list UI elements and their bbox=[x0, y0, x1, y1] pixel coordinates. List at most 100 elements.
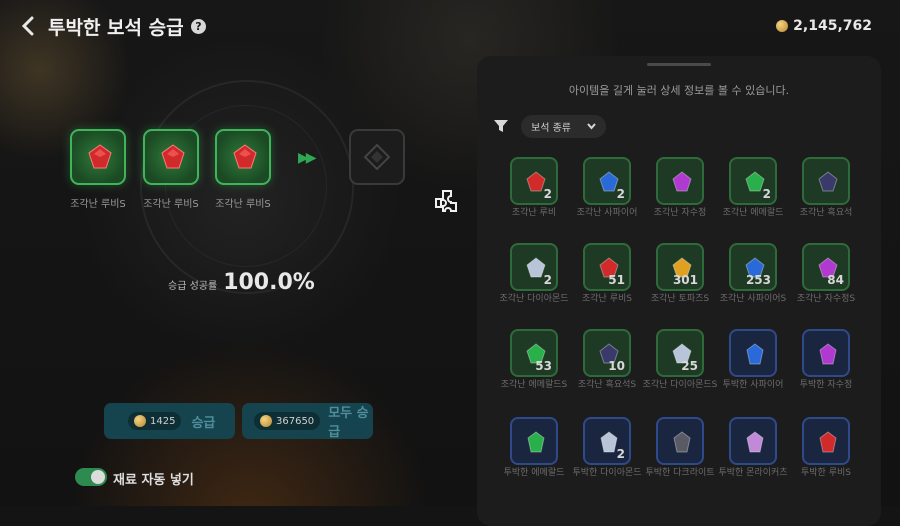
item-frame bbox=[729, 329, 777, 377]
item-frame: 2 bbox=[583, 157, 631, 205]
filter-icon[interactable] bbox=[493, 118, 509, 134]
item-name: 조각난 사파이어S bbox=[719, 294, 787, 304]
gem-icon bbox=[672, 171, 692, 192]
inventory-item[interactable]: 53 조각난 에메랄드S bbox=[495, 329, 573, 391]
item-count: 10 bbox=[608, 359, 625, 373]
item-frame bbox=[510, 417, 558, 465]
inventory-item[interactable]: 2 조각난 사파이어 bbox=[568, 157, 646, 219]
gem-type-dropdown[interactable]: 보석 종류 bbox=[521, 115, 606, 138]
inventory-item[interactable]: 투박한 사파이어 bbox=[714, 329, 792, 391]
item-count: 2 bbox=[543, 187, 552, 201]
upgrade-button[interactable]: 1425 승급 bbox=[104, 403, 235, 439]
question-circle-icon[interactable]: ? bbox=[191, 19, 206, 34]
result-slot bbox=[349, 129, 405, 185]
inventory-item[interactable]: 10 조각난 흑요석S bbox=[568, 329, 646, 391]
item-frame bbox=[656, 417, 704, 465]
item-frame: 301 bbox=[656, 243, 704, 291]
item-frame: 253 bbox=[729, 243, 777, 291]
success-rate-label: 승급 성공률 bbox=[168, 281, 218, 292]
upgrade-all-button[interactable]: 367650 모두 승급 bbox=[242, 403, 373, 440]
inventory-item[interactable]: 2 조각난 다이아몬드 bbox=[495, 243, 573, 305]
inventory-item[interactable]: 25 조각난 다이아몬드S bbox=[641, 329, 719, 391]
item-count: 301 bbox=[672, 273, 698, 287]
upgrade-button-label: 승급 bbox=[191, 415, 216, 431]
item-name: 투박한 루비S bbox=[801, 468, 851, 478]
chevron-left-icon bbox=[21, 16, 34, 36]
gem-icon bbox=[819, 431, 837, 453]
item-frame: 2 bbox=[510, 243, 558, 291]
gem-icon bbox=[673, 431, 691, 453]
diamond-placeholder-icon bbox=[364, 144, 390, 170]
item-name: 조각난 자수정S bbox=[796, 294, 856, 304]
material-slot-3[interactable] bbox=[215, 129, 271, 185]
material-slot-label: 조각난 루비S bbox=[143, 199, 199, 210]
puzzle-cursor-icon bbox=[435, 190, 457, 212]
header: 투박한 보석 승급 ? 2,145,762 bbox=[0, 0, 900, 54]
item-name: 투박한 에메랄드 bbox=[503, 468, 565, 478]
item-name: 조각난 흑요석 bbox=[799, 208, 853, 218]
inventory-item[interactable]: 투박한 루비S bbox=[787, 417, 865, 479]
inventory-hint: 아이템을 길게 눌러 상세 정보를 볼 수 있습니다. bbox=[568, 84, 790, 97]
ruby-gem-icon bbox=[88, 144, 112, 169]
inventory-item[interactable]: 투박한 자수정 bbox=[787, 329, 865, 391]
material-slot-1[interactable] bbox=[70, 129, 126, 185]
item-count: 2 bbox=[543, 273, 552, 287]
upgrade-cost: 1425 bbox=[150, 415, 176, 427]
upgrade-all-cost: 367650 bbox=[276, 415, 315, 427]
item-count: 51 bbox=[608, 273, 625, 287]
inventory-item[interactable]: 투박한 에메랄드 bbox=[495, 417, 573, 479]
upgrade-all-button-label: 모두 승급 bbox=[328, 406, 369, 440]
material-slot-label: 조각난 루비S bbox=[70, 199, 126, 210]
item-count: 2 bbox=[762, 187, 771, 201]
item-frame: 2 bbox=[729, 157, 777, 205]
inventory-item[interactable]: 84 조각난 자수정S bbox=[787, 243, 865, 305]
dropdown-label: 보석 종류 bbox=[531, 123, 571, 134]
item-count: 84 bbox=[827, 273, 844, 287]
item-name: 투박한 사파이어 bbox=[722, 380, 784, 390]
panel-drag-handle[interactable] bbox=[647, 63, 711, 66]
inventory-item[interactable]: 2 조각난 에메랄드 bbox=[714, 157, 792, 219]
ruby-gem-icon bbox=[161, 144, 185, 169]
inventory-item[interactable]: 투박한 다크라이트 bbox=[641, 417, 719, 479]
item-frame: 25 bbox=[656, 329, 704, 377]
item-count: 253 bbox=[745, 273, 771, 287]
inventory-panel: 아이템을 길게 눌러 상세 정보를 볼 수 있습니다. 보석 종류 2 조각난 루… bbox=[477, 56, 881, 526]
gem-icon bbox=[818, 171, 838, 192]
auto-fill-toggle[interactable] bbox=[75, 468, 107, 486]
item-frame bbox=[802, 329, 850, 377]
item-name: 조각난 토파즈S bbox=[650, 294, 710, 304]
material-slot-2[interactable] bbox=[143, 129, 199, 185]
item-frame: 84 bbox=[802, 243, 850, 291]
ruby-gem-icon bbox=[233, 144, 257, 169]
inventory-item[interactable]: 투박한 몬라이커츠 bbox=[714, 417, 792, 479]
item-count: 53 bbox=[535, 359, 552, 373]
item-frame: 10 bbox=[583, 329, 631, 377]
cost-pill: 1425 bbox=[128, 412, 182, 430]
item-count: 2 bbox=[616, 447, 625, 461]
chevron-down-icon bbox=[587, 123, 596, 130]
inventory-item[interactable]: 2 조각난 루비 bbox=[495, 157, 573, 219]
item-frame bbox=[802, 157, 850, 205]
coin-icon bbox=[134, 415, 146, 427]
gem-icon bbox=[746, 343, 764, 365]
inventory-item[interactable]: 조각난 자수정 bbox=[641, 157, 719, 219]
item-name: 조각난 루비S bbox=[582, 294, 632, 304]
item-name: 조각난 에메랄드 bbox=[722, 208, 784, 218]
inventory-item[interactable]: 301 조각난 토파즈S bbox=[641, 243, 719, 305]
item-name: 조각난 자수정 bbox=[653, 208, 707, 218]
item-frame: 53 bbox=[510, 329, 558, 377]
coin-icon bbox=[776, 20, 789, 32]
item-name: 투박한 다이아몬드 bbox=[572, 468, 642, 478]
item-frame bbox=[656, 157, 704, 205]
inventory-item[interactable]: 2 투박한 다이아몬드 bbox=[568, 417, 646, 479]
inventory-item[interactable]: 51 조각난 루비S bbox=[568, 243, 646, 305]
item-frame: 51 bbox=[583, 243, 631, 291]
inventory-item[interactable]: 253 조각난 사파이어S bbox=[714, 243, 792, 305]
back-button[interactable] bbox=[14, 12, 42, 40]
double-arrow-right-icon: ▶▶ bbox=[298, 150, 316, 166]
gem-icon bbox=[527, 431, 545, 453]
item-frame bbox=[802, 417, 850, 465]
item-name: 조각난 루비 bbox=[511, 208, 557, 218]
inventory-item[interactable]: 조각난 흑요석 bbox=[787, 157, 865, 219]
currency-amount: 2,145,762 bbox=[793, 18, 872, 34]
